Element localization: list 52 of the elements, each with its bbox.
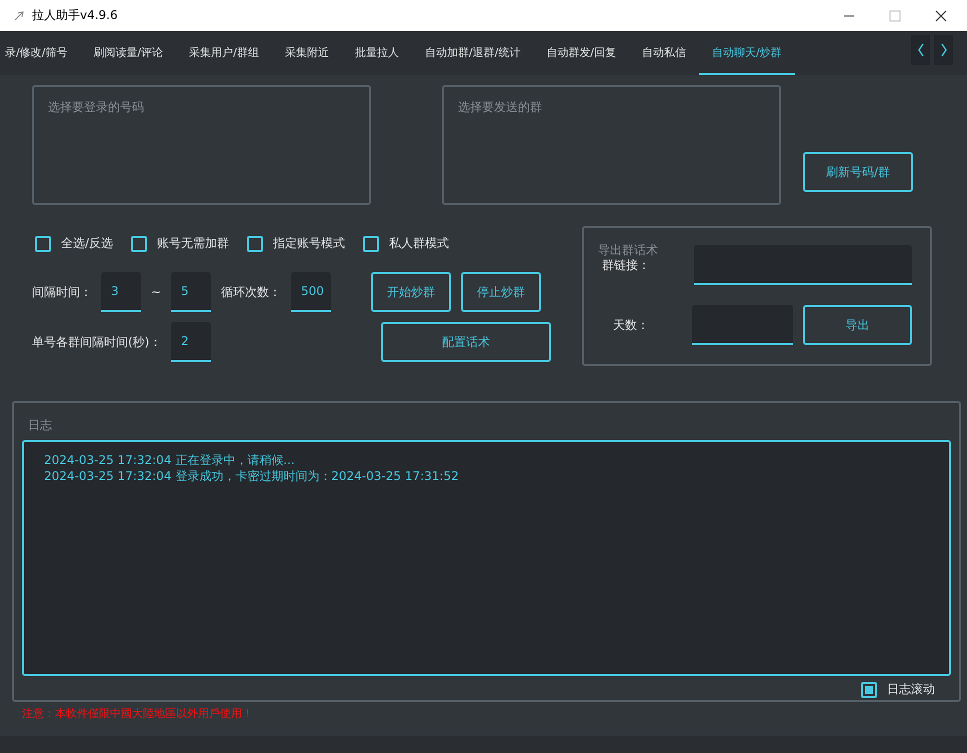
loop-count-field[interactable]: 500 — [291, 272, 331, 312]
checkbox[interactable] — [131, 236, 148, 252]
tab[interactable]: 采集用户/群组 — [176, 31, 272, 75]
group-link-label: 群链接： — [601, 256, 651, 274]
chevron-right-icon — [940, 43, 948, 57]
list-title: 选择要登录的号码 — [48, 100, 144, 114]
configure-button[interactable]: 配置话术 — [381, 322, 551, 362]
checkbox[interactable] — [247, 236, 264, 252]
account-list[interactable]: 选择要登录的号码 — [32, 85, 371, 205]
tab[interactable]: 批量拉人 — [342, 31, 412, 75]
tab[interactable]: 自动加群/退群/统计 — [412, 31, 534, 75]
panel-title: 日志 — [28, 417, 53, 434]
range-separator: ~ — [150, 285, 162, 299]
panel-title: 导出群话术 — [598, 242, 658, 259]
tab[interactable]: 自动群发/回复 — [533, 31, 629, 75]
app-icon — [14, 10, 24, 20]
checkbox-label: 全选/反选 — [61, 235, 114, 252]
interval-label: 间隔时间： — [32, 284, 93, 300]
start-button[interactable]: 开始炒群 — [371, 272, 451, 312]
stop-button[interactable]: 停止炒群 — [461, 272, 541, 312]
tab[interactable]: 自动聊天/炒群 — [699, 31, 795, 75]
refresh-button[interactable]: 刷新号码/群 — [803, 152, 913, 192]
tab[interactable]: 录/修改/筛号 — [0, 31, 80, 75]
group-link-field[interactable] — [694, 245, 912, 285]
interval-max-field[interactable]: 5 — [171, 272, 211, 312]
checkbox[interactable] — [861, 682, 877, 698]
tab[interactable]: 刷阅读量/评论 — [80, 31, 176, 75]
group-interval-label: 单号各群间隔时间(秒)： — [32, 334, 162, 350]
log-line: 2024-03-25 17:32:04 正在登录中，请稍候... — [44, 452, 296, 468]
loop-count-label: 循环次数： — [220, 284, 282, 300]
tab[interactable]: 采集附近 — [272, 31, 342, 75]
interval-min-field[interactable]: 3 — [101, 272, 141, 312]
scroll-left-button[interactable] — [911, 35, 930, 65]
checkbox-label: 日志滚动 — [887, 681, 935, 698]
checkbox[interactable] — [35, 236, 51, 252]
days-field[interactable] — [692, 305, 793, 345]
days-label: 天数： — [612, 316, 650, 334]
log-line: 2024-03-25 17:32:04 登录成功，卡密过期时间为：2024-03-25 17:31:52 — [44, 468, 460, 484]
chevron-left-icon — [916, 43, 924, 57]
list-title: 选择要发送的群 — [458, 100, 542, 114]
tab[interactable]: 自动私信 — [629, 31, 699, 75]
checkbox[interactable] — [363, 236, 380, 252]
close-icon[interactable] — [935, 10, 947, 22]
scroll-right-button[interactable] — [934, 35, 953, 65]
checkbox-label: 私人群模式 — [389, 235, 450, 252]
window-title: 拉人助手v4.9.6 — [32, 7, 118, 24]
warning-text: 注意：本軟件僅限中國大陸地區以外用戶使用！ — [22, 706, 254, 721]
group-list[interactable]: 选择要发送的群 — [442, 85, 781, 205]
checkbox-label: 指定账号模式 — [273, 235, 346, 252]
export-button[interactable]: 导出 — [802, 305, 912, 345]
checkbox-label: 账号无需加群 — [157, 235, 230, 252]
group-interval-field[interactable]: 2 — [171, 322, 211, 362]
